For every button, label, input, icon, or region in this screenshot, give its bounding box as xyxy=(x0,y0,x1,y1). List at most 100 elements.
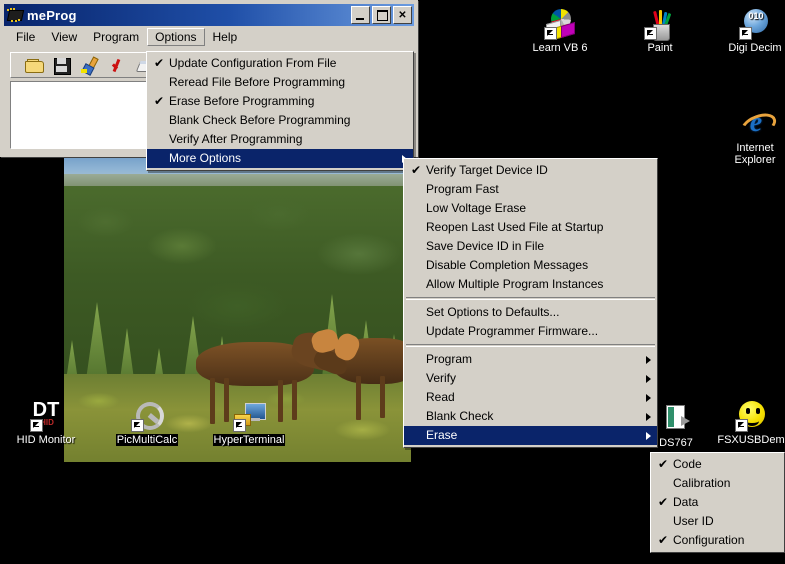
menu-item-allow-multiple-program-instances[interactable]: Allow Multiple Program Instances xyxy=(404,275,657,294)
menu-item-set-options-to-defaults[interactable]: Set Options to Defaults... xyxy=(404,303,657,322)
menu-item-program[interactable]: Program xyxy=(404,350,657,369)
desktop-icon-label: DS767 xyxy=(658,437,694,449)
menu-item-reopen-last-used-file-at-startup[interactable]: Reopen Last Used File at Startup xyxy=(404,218,657,237)
menu-item-verify[interactable]: Verify xyxy=(404,369,657,388)
menu-item-label: Blank Check Before Programming xyxy=(169,113,350,127)
menu-item-low-voltage-erase[interactable]: Low Voltage Erase xyxy=(404,199,657,218)
menu-item-label: Low Voltage Erase xyxy=(426,201,526,215)
shortcut-overlay-icon xyxy=(644,27,657,40)
menu-item-label: Disable Completion Messages xyxy=(426,258,588,272)
check-icon: ✔ xyxy=(657,493,669,512)
menu-item-verify-after-programming[interactable]: Verify After Programming xyxy=(147,130,413,149)
chevron-right-icon xyxy=(646,375,651,383)
shortcut-overlay-icon xyxy=(739,27,752,40)
paint-icon xyxy=(644,8,676,40)
menu-item-label: Update Configuration From File xyxy=(169,56,336,70)
chip-icon xyxy=(6,7,24,23)
menu-item-read[interactable]: Read xyxy=(404,388,657,407)
menu-item-program-fast[interactable]: Program Fast xyxy=(404,180,657,199)
check-icon: ✔ xyxy=(153,92,165,111)
window-titlebar[interactable]: meProg ✕ xyxy=(4,4,414,26)
desktop-icon-paint[interactable]: Paint xyxy=(623,8,697,54)
maximize-button[interactable] xyxy=(372,6,391,24)
menubar-item-view[interactable]: View xyxy=(43,28,85,46)
menu-item-verify-target-device-id[interactable]: ✔ Verify Target Device ID xyxy=(404,161,657,180)
close-button[interactable]: ✕ xyxy=(393,6,412,24)
chevron-right-icon xyxy=(646,394,651,402)
menu-item-label: Program xyxy=(426,352,472,366)
window-menubar: File View Program Options Help xyxy=(4,27,414,47)
desktop-icon-label: Learn VB 6 xyxy=(531,42,588,54)
menu-item-label: Verify After Programming xyxy=(169,132,302,146)
floppy-disk-icon[interactable] xyxy=(53,57,71,74)
menubar-item-file[interactable]: File xyxy=(8,28,43,46)
window-buttons: ✕ xyxy=(351,6,414,24)
close-icon: ✕ xyxy=(394,7,411,23)
desktop-screen: Learn VB 6 Paint 010 Digi Decim e Intern… xyxy=(0,0,785,564)
hid-monitor-icon: DT HID xyxy=(30,400,62,432)
menu-item-label: Reread File Before Programming xyxy=(169,75,345,89)
menu-item-blank-check-before-programming[interactable]: Blank Check Before Programming xyxy=(147,111,413,130)
menu-item-disable-completion-messages[interactable]: Disable Completion Messages xyxy=(404,256,657,275)
chevron-right-icon xyxy=(646,432,651,440)
menubar-item-options[interactable]: Options xyxy=(147,28,204,46)
desktop-icon-label: Internet Explorer xyxy=(722,142,785,166)
desktop-icon-internet-explorer[interactable]: e Internet Explorer xyxy=(722,108,785,166)
smiley-icon xyxy=(735,400,767,432)
red-check-icon[interactable] xyxy=(109,57,127,74)
shortcut-overlay-icon xyxy=(544,27,557,40)
menu-item-erase-calibration[interactable]: Calibration xyxy=(651,474,784,493)
shortcut-overlay-icon xyxy=(131,419,144,432)
menu-item-erase-user-id[interactable]: User ID xyxy=(651,512,784,531)
digi-decimal-badge-text: 010 xyxy=(744,10,768,22)
menu-item-label: Blank Check xyxy=(426,409,493,423)
check-icon: ✔ xyxy=(657,531,669,550)
menu-item-erase-configuration[interactable]: ✔ Configuration xyxy=(651,531,784,550)
minimize-button[interactable] xyxy=(351,6,370,24)
desktop-icon-hyperterminal[interactable]: HyperTerminal xyxy=(206,400,292,446)
desktop-icon-fsx-usb-demo[interactable]: FSXUSBDem xyxy=(714,400,785,446)
menu-item-reread-file-before-programming[interactable]: Reread File Before Programming xyxy=(147,73,413,92)
menu-item-label: More Options xyxy=(169,151,241,165)
menu-item-more-options[interactable]: More Options xyxy=(147,149,413,168)
check-icon: ✔ xyxy=(410,161,422,180)
menu-item-erase-code[interactable]: ✔ Code xyxy=(651,455,784,474)
menu-item-label: Reopen Last Used File at Startup xyxy=(426,220,603,234)
menu-item-label: Verify xyxy=(426,371,456,385)
desktop-icon-label: PicMultiCalc xyxy=(116,434,179,446)
menu-separator xyxy=(406,344,655,347)
menu-item-label: Erase Before Programming xyxy=(169,94,314,108)
menu-item-label: Data xyxy=(673,495,698,509)
menu-item-erase[interactable]: Erase xyxy=(404,426,657,445)
open-folder-icon[interactable] xyxy=(25,57,43,74)
menu-item-label: User ID xyxy=(673,514,714,528)
paintbrush-icon[interactable] xyxy=(81,57,99,74)
desktop-icon-hid-monitor[interactable]: DT HID HID Monitor xyxy=(9,400,83,446)
shortcut-overlay-icon xyxy=(30,419,43,432)
menu-item-label: Allow Multiple Program Instances xyxy=(426,277,603,291)
picmulticalc-icon xyxy=(131,400,163,432)
desktop-icon-digi-decimal[interactable]: 010 Digi Decim xyxy=(718,8,785,54)
menu-item-update-programmer-firmware[interactable]: Update Programmer Firmware... xyxy=(404,322,657,341)
desktop-icon-label: Paint xyxy=(646,42,673,54)
menubar-item-help[interactable]: Help xyxy=(205,28,246,46)
menu-item-label: Program Fast xyxy=(426,182,499,196)
desktop-icon-label: FSXUSBDem xyxy=(716,434,785,446)
chevron-right-icon xyxy=(646,356,651,364)
menu-item-blank-check[interactable]: Blank Check xyxy=(404,407,657,426)
menubar-item-program[interactable]: Program xyxy=(85,28,147,46)
menu-item-label: Update Programmer Firmware... xyxy=(426,324,598,338)
desktop-icon-label: Digi Decim xyxy=(727,42,782,54)
menu-item-erase-before-programming[interactable]: ✔ Erase Before Programming xyxy=(147,92,413,111)
desktop-icon-label: HyperTerminal xyxy=(213,434,286,446)
chevron-right-icon xyxy=(646,413,651,421)
menu-item-update-configuration-from-file[interactable]: ✔ Update Configuration From File xyxy=(147,54,413,73)
menu-item-label: Verify Target Device ID xyxy=(426,163,548,177)
desktop-icon-learn-vb6[interactable]: Learn VB 6 xyxy=(523,8,597,54)
menu-item-save-device-id-in-file[interactable]: Save Device ID in File xyxy=(404,237,657,256)
erase-submenu: ✔ Code Calibration ✔ Data User ID ✔ Conf… xyxy=(650,452,785,553)
desktop-icon-picmulticalc[interactable]: PicMultiCalc xyxy=(110,400,184,446)
menu-item-label: Configuration xyxy=(673,533,744,547)
menu-item-erase-data[interactable]: ✔ Data xyxy=(651,493,784,512)
options-menu: ✔ Update Configuration From File Reread … xyxy=(146,51,414,171)
